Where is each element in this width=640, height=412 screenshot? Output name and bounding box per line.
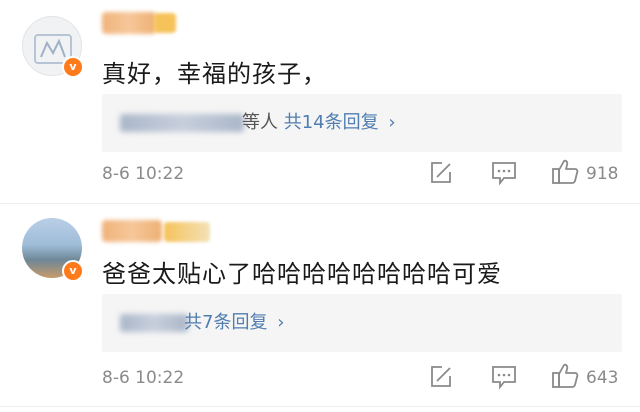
reply-button[interactable] (490, 364, 518, 394)
chevron-right-icon: › (277, 312, 285, 333)
comment-icon (492, 162, 516, 186)
username-blurred[interactable] (102, 12, 156, 34)
like-button[interactable] (550, 157, 580, 191)
reply-count-link[interactable]: 共14条回复 (284, 112, 379, 133)
replies-panel[interactable]: 等人 共14条回复 › (102, 94, 622, 152)
vip-badge-icon (154, 13, 176, 33)
comment-item: v 真好，幸福的孩子， 等人 共14条回复 › 8-6 10:22 918 (0, 0, 640, 204)
vip-badge-icon (164, 222, 210, 242)
reply-usernames-blurred (120, 314, 188, 332)
reply-count-link[interactable]: 共7条回复 (184, 312, 267, 333)
like-count: 918 (586, 164, 619, 184)
replies-panel[interactable]: 共7条回复 › (102, 294, 622, 352)
comment-timestamp: 8-6 10:22 (102, 368, 185, 388)
comment-text: 爸爸太贴心了哈哈哈哈哈哈哈哈可爱 (102, 260, 502, 288)
thumbs-up-icon (552, 159, 579, 184)
comment-item: v 爸爸太贴心了哈哈哈哈哈哈哈哈可爱 共7条回复 › 8-6 10:22 643 (0, 204, 640, 412)
verified-badge-icon: v (62, 56, 84, 78)
verified-badge-icon: v (62, 260, 84, 282)
like-button[interactable] (550, 361, 580, 395)
comment-text: 真好，幸福的孩子， (102, 60, 327, 88)
replies-summary[interactable]: 等人 共14条回复 › (242, 108, 396, 134)
thumbs-up-icon (552, 363, 579, 388)
comment-icon (492, 366, 516, 390)
comment-timestamp: 8-6 10:22 (102, 164, 185, 184)
reply-button[interactable] (490, 160, 518, 190)
share-icon (431, 162, 451, 183)
chevron-right-icon: › (388, 112, 396, 133)
replies-summary[interactable]: 共7条回复 › (184, 308, 284, 334)
divider (0, 406, 640, 407)
reply-usernames-blurred (120, 114, 244, 132)
like-count: 643 (586, 368, 619, 388)
share-icon (431, 366, 451, 387)
reply-users-suffix: 等人 (242, 112, 278, 133)
share-button[interactable] (428, 364, 454, 394)
username-blurred[interactable] (102, 220, 162, 242)
share-button[interactable] (428, 160, 454, 190)
